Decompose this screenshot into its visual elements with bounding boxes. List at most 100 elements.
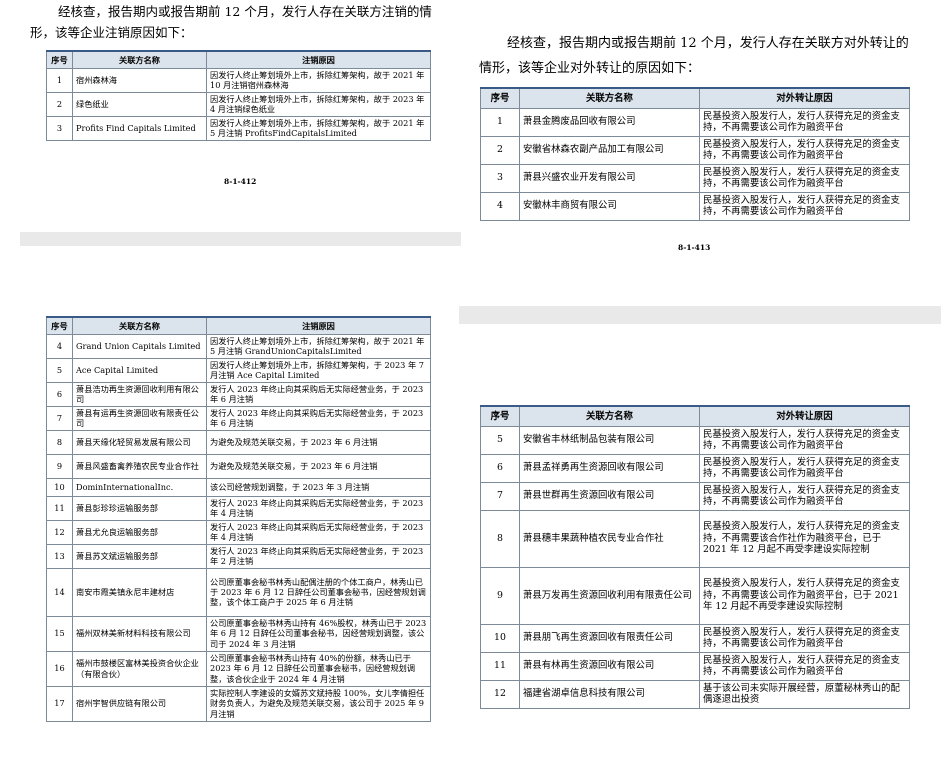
row-party-name: 萧县兴盛农业开发有限公司 [519,163,700,193]
table-row: 2 安徽省林森农副产品加工有限公司 民基投资入股发行人，发行人获得充足的资金支持，不… [480,135,910,165]
row-reason: 民基投资入股发行人，发行人获得充足的资金支持，不再需要该公司作为融资平台 [699,453,910,483]
table-row: 12 福建省湖卓信息科技有限公司 基于该公司未实际开展经营，原董秘林秀山的配偶逐退出… [480,679,910,709]
row-party-name: 萧县彭珍珍运输服务部 [72,495,207,521]
row-index: 7 [46,405,73,431]
intro-paragraph-transfer: 经核查，报告期内或报告期前 12 个月，发行人存在关联方对外转让的情形，该等企业… [479,36,909,76]
row-party-name: 安徽省丰林纸制品包装有限公司 [519,425,700,455]
transfer-table-2: 序号 关联方名称 对外转让原因 5 安徽省丰林纸制品包装有限公司 民基投资入股发行人… [480,405,910,709]
row-reason: 发行人 2023 年终止向其采购后无实际经营业务，于 2023 年 6 月注销 [206,405,431,431]
row-party-name: 南安市霞美镇永尼丰建材店 [72,567,207,617]
row-index: 6 [46,381,73,407]
row-index: 2 [46,91,73,117]
row-reason: 民基投资入股发行人，发行人获得充足的资金支持，不再需要该公司作为融资平台 [699,651,910,681]
row-party-name: 安徽林丰商贸有限公司 [519,191,700,221]
header-index: 序号 [480,87,520,109]
table-row: 5 Ace Capital Limited 因发行人终止筹划境外上市，拆除红筹架构，… [46,357,431,383]
row-index: 1 [480,107,520,137]
table-header-row: 序号 关联方名称 对外转让原因 [480,405,910,427]
row-index: 14 [46,567,73,617]
row-party-name: 萧县万发再生资源回收利用有限责任公司 [519,566,700,625]
row-index: 4 [480,191,520,221]
table-row: 8 萧县天缘化轻贸易发展有限公司 为避免及规范关联交易，于 2023 年 6 月注销 [46,429,431,455]
table-row: 14 南安市霞美镇永尼丰建材店 公司原董事会秘书林秀山配偶注册的个体工商户，林秀山已… [46,567,431,617]
row-party-name: Grand Union Capitals Limited [72,333,207,359]
row-index: 9 [480,566,520,625]
row-index: 8 [480,509,520,568]
row-reason: 因发行人终止筹划境外上市，拆除红筹架构，故于 2021 年 5 月注销 Gran… [206,333,431,359]
table-row: 4 安徽林丰商贸有限公司 民基投资入股发行人，发行人获得充足的资金支持，不再需要该公… [480,191,910,221]
page-gap-right [459,306,941,324]
row-reason: 公司原董事会秘书林秀山配偶注册的个体工商户，林秀山已于 2023 年 6 月 1… [206,567,431,617]
table-row: 9 萧县万发再生资源回收利用有限责任公司 民基投资入股发行人，发行人获得充足的资金支… [480,566,910,625]
row-reason: 民基投资入股发行人，发行人获得充足的资金支持，不再需要该公司作为融资平台 [699,107,910,137]
row-index: 6 [480,453,520,483]
row-index: 5 [46,357,73,383]
row-index: 16 [46,650,73,687]
row-reason: 公司原董事会秘书林秀山持有 40%的份额，林秀山已于 2023 年 6 月 12… [206,650,431,687]
header-index: 序号 [46,316,73,335]
row-party-name: DominInternationalInc. [72,477,207,497]
row-index: 10 [46,477,73,497]
row-reason: 民基投资入股发行人，发行人获得充足的资金支持，不再需要该公司作为融资平台 [699,191,910,221]
row-index: 9 [46,453,73,479]
row-index: 3 [480,163,520,193]
row-index: 13 [46,543,73,569]
table-row: 6 萧县孟祥勇再生资源回收有限公司 民基投资入股发行人，发行人获得充足的资金支持，不… [480,453,910,483]
row-reason: 发行人 2023 年终止向其采购后无实际经营业务，于 2023 年 6 月注销 [206,381,431,407]
table-row: 4 Grand Union Capitals Limited 因发行人终止筹划境外上… [46,333,431,359]
row-party-name: 福州市鼓楼区富林美投资合伙企业（有限合伙） [72,650,207,687]
header-reason: 注销原因 [206,50,431,69]
table-row: 16 福州市鼓楼区富林美投资合伙企业（有限合伙） 公司原董事会秘书林秀山持有 40%… [46,650,431,687]
row-reason: 民基投资入股发行人，发行人获得充足的资金支持，不再需要该公司作为融资平台 [699,425,910,455]
row-reason: 该公司经营规划调整，于 2023 年 3 月注销 [206,477,431,497]
table-header-row: 序号 关联方名称 对外转让原因 [480,87,910,109]
table-row: 3 萧县兴盛农业开发有限公司 民基投资入股发行人，发行人获得充足的资金支持，不再需要… [480,163,910,193]
table-row: 7 萧县世群再生资源回收有限公司 民基投资入股发行人，发行人获得充足的资金支持，不再… [480,481,910,511]
row-index: 1 [46,67,73,93]
table-row: 15 福州双林美新材料科技有限公司 公司原董事会秘书林秀山持有 46%股权，林秀山已… [46,615,431,652]
row-reason: 因发行人终止筹划境外上市，拆除红筹架构，故于 2021 年 5 月注销 Prof… [206,115,431,141]
row-reason: 基于该公司未实际开展经营，原董秘林秀山的配偶逐退出投资 [699,679,910,709]
row-party-name: 萧县浩功再生资源回收利用有限公司 [72,381,207,407]
row-reason: 民基投资入股发行人，发行人获得充足的资金支持，不再需要该公司作为融资平台，已于 … [699,566,910,625]
table-row: 7 萧县有运再生资源回收有限责任公司 发行人 2023 年终止向其采购后无实际经营业… [46,405,431,431]
transfer-table-1: 序号 关联方名称 对外转让原因 1 萧县金腾废品回收有限公司 民基投资入股发行人，发… [480,87,910,221]
row-index: 12 [480,679,520,709]
row-party-name: 宿州森林海 [72,67,207,93]
row-party-name: 萧县金腾废品回收有限公司 [519,107,700,137]
table-row: 5 安徽省丰林纸制品包装有限公司 民基投资入股发行人，发行人获得充足的资金支持，不再… [480,425,910,455]
cancellation-table-2: 序号 关联方名称 注销原因 4 Grand Union Capitals Limi… [46,316,431,722]
header-party-name: 关联方名称 [72,50,207,69]
row-party-name: 宿州宇智供应链有限公司 [72,685,207,722]
row-party-name: 绿色纸业 [72,91,207,117]
row-index: 7 [480,481,520,511]
table-header-row: 序号 关联方名称 注销原因 [46,316,431,335]
table-row: 10 DominInternationalInc. 该公司经营规划调整，于 2023… [46,477,431,497]
row-index: 12 [46,519,73,545]
header-party-name: 关联方名称 [519,87,700,109]
table-row: 11 萧县彭珍珍运输服务部 发行人 2023 年终止向其采购后无实际经营业务，于 2… [46,495,431,521]
row-party-name: 萧县有林再生资源回收有限公司 [519,651,700,681]
row-party-name: 萧县有运再生资源回收有限责任公司 [72,405,207,431]
table-row: 17 宿州宇智供应链有限公司 实际控制人李建设的女婿苏文斌持股 100%，女儿李倩担… [46,685,431,722]
row-index: 8 [46,429,73,455]
header-party-name: 关联方名称 [72,316,207,335]
table-row: 1 宿州森林海 因发行人终止筹划境外上市，拆除红筹架构，故于 2021 年 10 月… [46,67,431,93]
row-index: 17 [46,685,73,722]
header-reason: 对外转让原因 [699,405,910,427]
row-party-name: 萧县风盛畜禽养殖农民专业合作社 [72,453,207,479]
row-party-name: 萧县穗丰果蔬种植农民专业合作社 [519,509,700,568]
page-number-413: 8-1-413 [678,243,711,252]
row-index: 15 [46,615,73,652]
header-party-name: 关联方名称 [519,405,700,427]
row-party-name: 萧县天缘化轻贸易发展有限公司 [72,429,207,455]
intro-paragraph-cancellation: 经核查，报告期内或报告期前 12 个月，发行人存在关联方注销的情形，该等企业注销… [30,4,432,40]
row-party-name: 福建省湖卓信息科技有限公司 [519,679,700,709]
row-party-name: 萧县朋飞再生资源回收有限责任公司 [519,623,700,653]
row-index: 11 [46,495,73,521]
header-reason: 注销原因 [206,316,431,335]
row-reason: 民基投资入股发行人，发行人获得充足的资金支持，不再需要该公司作为融资平台 [699,481,910,511]
cancellation-table-1: 序号 关联方名称 注销原因 1 宿州森林海 因发行人终止筹划境外上市，拆除红筹架构，… [46,50,431,141]
table-row: 3 Profits Find Capitals Limited 因发行人终止筹划境外… [46,115,431,141]
row-index: 4 [46,333,73,359]
